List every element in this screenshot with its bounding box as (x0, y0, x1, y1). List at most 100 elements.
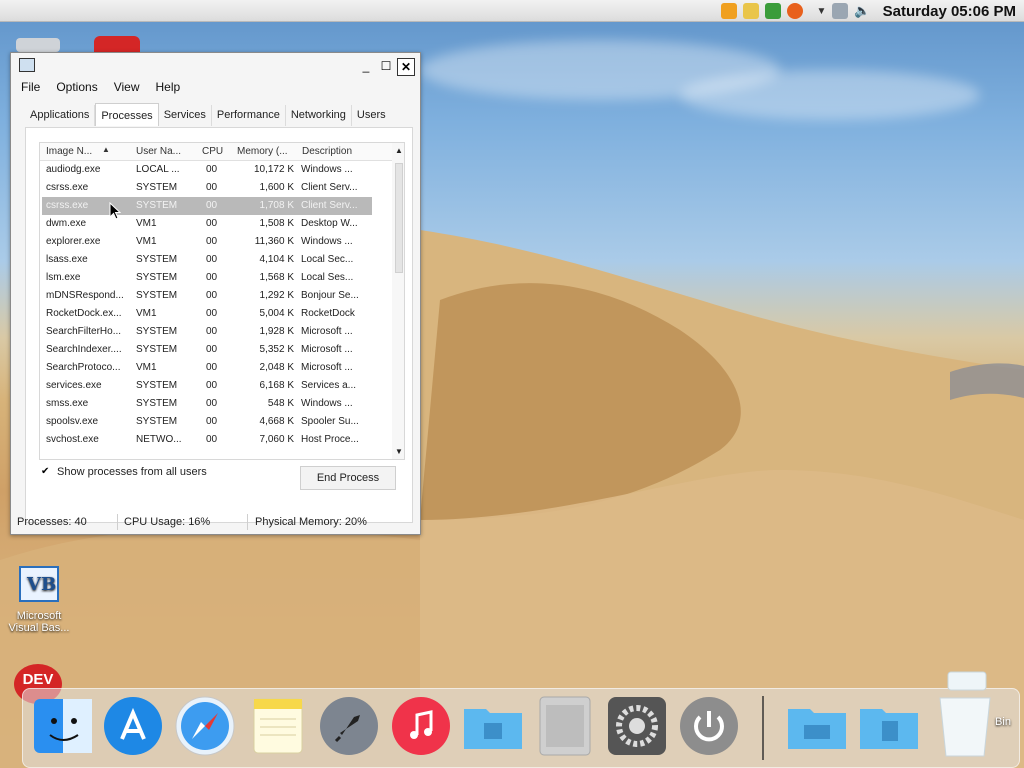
documents-folder-icon[interactable] (858, 695, 920, 757)
column-cpu[interactable]: CPU (202, 146, 223, 157)
minimize-button[interactable]: _ (357, 58, 375, 76)
table-row[interactable]: svchost.exe NETWO... 00 7,060 K Host Proce..… (42, 431, 372, 449)
table-row[interactable]: SearchProtoco... VM1 00 2,048 K Microsoft ..… (42, 359, 372, 377)
mouse-cursor-icon (109, 202, 121, 220)
tab-performance[interactable]: Performance (212, 105, 286, 126)
cell-desc: Local Ses... (301, 272, 354, 283)
desktop-icon-visual-basic[interactable]: VB Microsoft Visual Bas... (4, 566, 74, 634)
table-row[interactable]: SearchFilterHo... SYSTEM 00 1,928 K Microsof… (42, 323, 372, 341)
cell-cpu: 00 (206, 416, 218, 427)
table-row[interactable]: spoolsv.exe SYSTEM 00 4,668 K Spooler Su... (42, 413, 372, 431)
menubar-clock[interactable]: Saturday 05:06 PM (883, 3, 1016, 20)
tab-users[interactable]: Users (352, 105, 391, 126)
show-all-processes-checkbox[interactable]: ✔ Show processes from all users (41, 466, 207, 478)
cell-user: SYSTEM (136, 182, 178, 193)
table-row[interactable]: csrss.exe SYSTEM 00 1,600 K Client Serv... (42, 179, 372, 197)
system-tray: ▼ 🔈 Saturday 05:06 PM (720, 0, 1024, 22)
close-button[interactable]: ✕ (397, 58, 415, 76)
tab-services[interactable]: Services (159, 105, 212, 126)
column-memory[interactable]: Memory (... (237, 146, 288, 157)
table-row[interactable]: mDNSRespond... SYSTEM 00 1,292 K Bonjour Se.… (42, 287, 372, 305)
network-tray-icon[interactable] (764, 3, 781, 19)
firefox-icon[interactable] (786, 3, 803, 19)
menu-file[interactable]: File (21, 80, 40, 94)
cell-cpu: 00 (206, 344, 218, 355)
cell-image: SearchIndexer.... (46, 344, 122, 355)
cell-user: LOCAL ... (136, 164, 180, 175)
tab-applications[interactable]: Applications (25, 105, 96, 126)
cell-desc: Microsoft ... (301, 362, 353, 373)
tab-networking[interactable]: Networking (286, 105, 352, 126)
process-list[interactable]: Image N... ▲ User Na... CPU Memory (... … (39, 142, 405, 460)
app-store-icon[interactable] (102, 695, 164, 757)
cell-image: SearchProtoco... (46, 362, 121, 373)
table-row[interactable]: audiodg.exe LOCAL ... 00 10,172 K Windows ..… (42, 161, 372, 179)
cell-desc: Spooler Su... (301, 416, 359, 427)
system-preferences-gear-icon[interactable] (606, 695, 668, 757)
cell-cpu: 00 (206, 164, 218, 175)
chevron-down-icon[interactable]: ▼ (817, 6, 827, 17)
scroll-up-icon[interactable]: ▲ (395, 146, 403, 155)
column-user-name[interactable]: User Na... (136, 146, 181, 157)
column-description[interactable]: Description (302, 146, 352, 157)
cell-desc: Local Sec... (301, 254, 354, 265)
media-player-icon[interactable] (720, 3, 737, 19)
end-process-button[interactable]: End Process (300, 466, 396, 490)
notes-icon[interactable] (246, 695, 308, 757)
table-row[interactable]: SearchIndexer.... SYSTEM 00 5,352 K Microsof… (42, 341, 372, 359)
cell-image: services.exe (46, 380, 102, 391)
desktop-icon-partial[interactable] (16, 38, 60, 52)
task-manager-window: _ ☐ ✕ File Options View Help Application… (10, 52, 421, 535)
menu-view[interactable]: View (114, 80, 140, 94)
maximize-button[interactable]: ☐ (377, 58, 395, 76)
cell-memory: 1,508 K (259, 218, 294, 229)
visual-basic-icon: VB (19, 566, 59, 602)
column-image-name[interactable]: Image N... (46, 146, 92, 157)
power-icon[interactable] (678, 695, 740, 757)
launchpad-rocket-icon[interactable] (318, 695, 380, 757)
table-row[interactable]: lsass.exe SYSTEM 00 4,104 K Local Sec... (42, 251, 372, 269)
computer-tray-icon[interactable] (832, 3, 849, 19)
sort-ascending-icon: ▲ (102, 145, 110, 154)
cell-user: SYSTEM (136, 398, 178, 409)
cell-memory: 7,060 K (259, 434, 294, 445)
cell-cpu: 00 (206, 326, 218, 337)
cell-image: audiodg.exe (46, 164, 101, 175)
tab-processes[interactable]: Processes (95, 103, 159, 126)
table-row[interactable]: RocketDock.ex... VM1 00 5,004 K RocketDock (42, 305, 372, 323)
cell-memory: 548 K (267, 398, 294, 409)
table-row[interactable]: csrss.exe SYSTEM 00 1,708 K Client Serv... (42, 197, 372, 215)
process-list-scrollbar[interactable]: ▲ ▼ (392, 143, 404, 459)
title-bar[interactable]: _ ☐ ✕ (11, 53, 420, 79)
table-row[interactable]: services.exe SYSTEM 00 6,168 K Services a... (42, 377, 372, 395)
cell-desc: Microsoft ... (301, 344, 353, 355)
cell-memory: 6,168 K (259, 380, 294, 391)
cell-memory: 1,568 K (259, 272, 294, 283)
scroll-down-icon[interactable]: ▼ (395, 447, 403, 456)
cell-user: SYSTEM (136, 380, 178, 391)
applications-folder-icon[interactable] (462, 695, 524, 757)
table-row[interactable]: smss.exe SYSTEM 00 548 K Windows ... (42, 395, 372, 413)
scrollbar-thumb[interactable] (395, 163, 403, 273)
mac-pro-icon[interactable] (534, 695, 596, 757)
table-row[interactable]: dwm.exe VM1 00 1,508 K Desktop W... (42, 215, 372, 233)
status-cpu-usage: CPU Usage: 16% (124, 516, 211, 528)
cell-cpu: 00 (206, 308, 218, 319)
cell-cpu: 00 (206, 200, 218, 211)
cell-memory: 1,600 K (259, 182, 294, 193)
table-row[interactable]: explorer.exe VM1 00 11,360 K Windows ... (42, 233, 372, 251)
folder-tray-icon[interactable] (742, 3, 759, 19)
menu-help[interactable]: Help (156, 80, 181, 94)
cell-desc: Windows ... (301, 164, 353, 175)
itunes-music-icon[interactable] (390, 695, 452, 757)
checkmark-icon: ✔ (41, 466, 50, 477)
downloads-folder-icon[interactable] (786, 695, 848, 757)
cell-memory: 11,360 K (254, 236, 294, 247)
safari-icon[interactable] (174, 695, 236, 757)
table-row[interactable]: lsm.exe SYSTEM 00 1,568 K Local Ses... (42, 269, 372, 287)
speaker-icon[interactable]: 🔈 (854, 3, 870, 19)
menu-options[interactable]: Options (56, 80, 97, 94)
trash-bin-icon[interactable] (934, 668, 996, 758)
finder-icon[interactable] (32, 695, 94, 757)
cell-user: VM1 (136, 218, 157, 229)
